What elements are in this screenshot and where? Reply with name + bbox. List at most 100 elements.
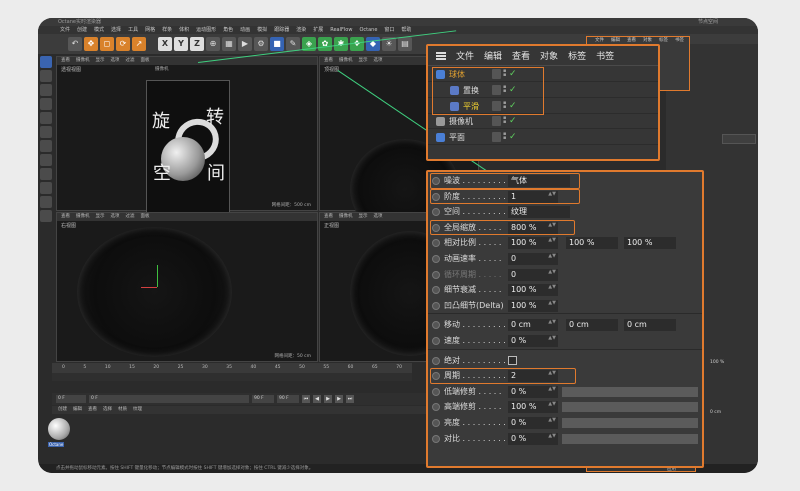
vp-menu-view[interactable]: 查看 — [324, 57, 333, 65]
vp-menu-display[interactable]: 显示 — [96, 57, 105, 65]
om-menu-bookmarks[interactable]: 书签 — [596, 49, 614, 62]
start-frame-field[interactable]: 0 F — [56, 395, 86, 403]
keyframe-radio-icon[interactable] — [432, 208, 440, 217]
y-axis-button[interactable]: Y — [174, 37, 188, 51]
points-mode-icon[interactable] — [40, 84, 52, 96]
hamburger-icon[interactable] — [436, 51, 446, 60]
menu-item[interactable]: 跟踪器 — [274, 26, 289, 34]
vp-menu-view[interactable]: 查看 — [61, 57, 70, 65]
vp-menu-options[interactable]: 选项 — [374, 213, 383, 221]
enabled-check-icon[interactable]: ✓ — [509, 130, 517, 145]
material-label[interactable]: Octane — [48, 442, 65, 447]
attribute-value-field[interactable]: 100 % — [624, 237, 676, 250]
spinner-icon[interactable]: ▲▼ — [548, 238, 556, 243]
timeline[interactable]: 0 5 10 15 20 25 30 35 40 45 50 55 60 65 70 — [52, 363, 412, 381]
tweak-icon[interactable] — [40, 196, 52, 208]
keyframe-radio-icon[interactable] — [432, 286, 440, 295]
viewport-right[interactable]: 查看 摄像机 显示 选项 过滤 面板 右视图 网格间距：50 cm — [56, 212, 318, 362]
node-space-label[interactable]: 节点空间 — [698, 18, 718, 26]
vp-menu-view[interactable]: 查看 — [61, 213, 70, 221]
attribute-value-field[interactable]: 100 % ▲▼ — [508, 284, 558, 297]
attribute-value-field[interactable]: 0 % ▲▼ — [508, 417, 558, 429]
attribute-value-field[interactable]: 100 % ▲▼ — [508, 401, 558, 414]
end-frame-field[interactable]: 90 F — [252, 395, 274, 403]
material-menu-item[interactable]: 编辑 — [73, 406, 82, 414]
edges-mode-icon[interactable] — [40, 98, 52, 110]
visibility-dots-icon[interactable]: ▪ ▪ — [503, 132, 507, 142]
vp-menu-options[interactable]: 选项 — [111, 57, 120, 65]
docked-menu-item[interactable]: 书签 — [675, 37, 684, 45]
vp-menu-options[interactable]: 选项 — [111, 213, 120, 221]
material-menu-item[interactable]: 选择 — [103, 406, 112, 414]
vp-menu-view[interactable]: 查看 — [324, 213, 333, 221]
menu-item[interactable]: 动画 — [240, 26, 250, 34]
spinner-icon[interactable]: ▲▼ — [548, 285, 556, 290]
scale-icon[interactable]: ◻ — [100, 37, 114, 51]
z-axis-button[interactable]: Z — [190, 37, 204, 51]
layer-icon[interactable] — [492, 116, 501, 127]
end-frame-field-2[interactable]: 90 F — [277, 395, 299, 403]
attribute-value-field[interactable]: 0 % ▲▼ — [508, 335, 558, 347]
gradient-slider[interactable] — [562, 433, 698, 444]
material-menu-item[interactable]: 材质 — [118, 406, 127, 414]
gradient-slider[interactable] — [562, 418, 698, 428]
spinner-icon[interactable]: ▲▼ — [548, 320, 556, 325]
menu-item[interactable]: 选择 — [111, 26, 121, 34]
current-frame-field[interactable]: 0 F — [89, 395, 249, 403]
material-menu-item[interactable]: 纹理 — [133, 406, 142, 414]
material-menu-item[interactable]: 创建 — [58, 406, 67, 414]
object-row[interactable]: 摄像机 ▪ ▪ ✓ — [428, 114, 658, 130]
prev-frame-icon[interactable]: ◀ — [313, 395, 321, 403]
vp-menu-camera[interactable]: 摄像机 — [76, 213, 90, 221]
vp-menu-display[interactable]: 显示 — [96, 213, 105, 221]
spinner-icon[interactable]: ▲▼ — [548, 402, 556, 407]
workplane-icon[interactable] — [40, 154, 52, 166]
keyframe-radio-icon[interactable] — [432, 356, 440, 365]
vp-menu-camera[interactable]: 摄像机 — [76, 57, 90, 65]
render-settings-icon[interactable]: ⚙ — [254, 37, 268, 51]
keyframe-radio-icon[interactable] — [432, 434, 440, 443]
layer-icon[interactable] — [492, 132, 501, 143]
attribute-value-field[interactable]: 纹理 — [508, 206, 570, 219]
menu-item[interactable]: 扩展 — [313, 26, 323, 34]
solo-icon[interactable] — [40, 182, 52, 194]
material-menu-item[interactable]: 查看 — [88, 406, 97, 414]
vp-menu-filter[interactable]: 过滤 — [126, 213, 135, 221]
keyframe-radio-icon[interactable] — [432, 337, 440, 345]
first-frame-icon[interactable]: ⏮ — [302, 395, 310, 403]
spinner-icon[interactable]: ▲▼ — [548, 386, 556, 392]
spinner-icon[interactable]: ▲▼ — [548, 300, 556, 306]
menu-item[interactable]: RealFlow — [330, 26, 352, 34]
menu-item[interactable]: 模拟 — [257, 26, 267, 34]
menu-item[interactable]: Octane — [359, 26, 377, 34]
model-mode-icon[interactable] — [40, 56, 52, 68]
render-icon[interactable]: ▶ — [238, 37, 252, 51]
cube-icon[interactable]: ■ — [270, 37, 284, 51]
axis-mode-icon[interactable] — [40, 126, 52, 138]
keyframe-radio-icon[interactable] — [432, 419, 440, 427]
select-icon[interactable]: ↗ — [132, 37, 146, 51]
keyframe-radio-icon[interactable] — [432, 270, 440, 279]
undo-icon[interactable]: ↶ — [68, 37, 82, 51]
cloner-icon[interactable]: ✿ — [318, 37, 332, 51]
polygons-mode-icon[interactable] — [40, 112, 52, 124]
attribute-value-field[interactable]: 0 cm — [624, 319, 676, 332]
attribute-value-field[interactable]: 0 % ▲▼ — [508, 385, 558, 398]
move-icon[interactable]: ✥ — [84, 37, 98, 51]
world-icon[interactable]: ⊕ — [206, 37, 220, 51]
snap-icon[interactable] — [40, 140, 52, 152]
om-menu-edit[interactable]: 编辑 — [484, 49, 502, 62]
spinner-icon[interactable]: ▲▼ — [548, 433, 556, 439]
play-icon[interactable]: ▶ — [324, 395, 332, 403]
menu-item[interactable]: 网格 — [145, 26, 155, 34]
om-menu-object[interactable]: 对象 — [540, 49, 558, 62]
menu-item[interactable]: 工具 — [128, 26, 138, 34]
keyframe-radio-icon[interactable] — [432, 255, 440, 263]
menu-item[interactable]: 窗口 — [384, 26, 394, 34]
vp-menu-display[interactable]: 显示 — [359, 213, 368, 221]
visibility-dots-icon[interactable]: ▪ ▪ — [503, 116, 507, 126]
menu-item[interactable]: 渲染 — [296, 26, 306, 34]
vp-menu-camera[interactable]: 摄像机 — [339, 57, 353, 65]
om-menu-tags[interactable]: 标签 — [568, 49, 586, 62]
vp-menu-panel[interactable]: 面板 — [141, 213, 150, 221]
